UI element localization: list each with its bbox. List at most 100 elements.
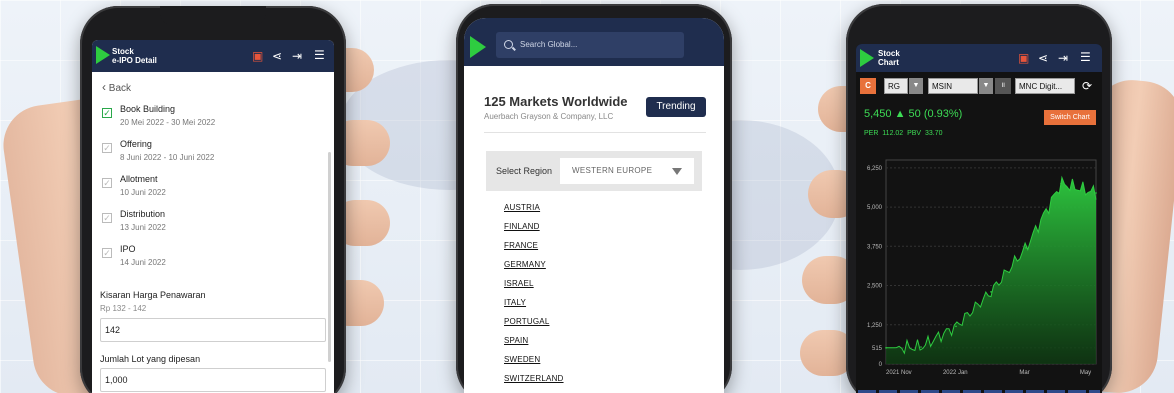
ticker-input[interactable]: MSIN [928, 78, 978, 94]
x-tick-label: 2021 Nov [886, 370, 912, 376]
ipo-step-date: 8 Juni 2022 - 10 Juni 2022 [120, 153, 215, 162]
x-tick-label: May [1080, 370, 1091, 376]
price-point [1025, 247, 1027, 249]
back-button[interactable]: ‹ Back [102, 80, 131, 94]
y-tick-label: 3,750 [867, 244, 883, 250]
ipo-step-date: 13 Juni 2022 [120, 223, 166, 232]
app-topbar: Stock e-IPO Detail ▣ ⋖ ⇥ ☰ [92, 40, 334, 72]
ipo-step-label: Allotment [120, 174, 158, 184]
country-link[interactable]: PORTUGAL [504, 317, 549, 326]
lot-label: Jumlah Lot yang dipesan [100, 354, 201, 364]
refresh-icon[interactable]: ⟳ [1082, 80, 1092, 92]
ipo-step-label: Offering [120, 139, 152, 149]
price-area [886, 177, 1096, 364]
phone-eipo-screen: Stock e-IPO Detail ▣ ⋖ ⇥ ☰ ‹ Back ✓ Book … [92, 40, 334, 393]
country-link[interactable]: ISRAEL [504, 279, 534, 288]
y-tick-label: 2,500 [867, 284, 883, 290]
checkbox-icon: ✓ [102, 143, 112, 153]
ipo-step: ✓ Distribution 13 Juni 2022 [102, 209, 302, 239]
ticker-dropdown-icon[interactable]: ▼ [979, 78, 993, 94]
scrollbar[interactable] [328, 152, 331, 362]
share-icon[interactable]: ⋖ [1038, 52, 1048, 64]
phone-chart: Stock Chart ▣ ⋖ ⇥ ☰ C RG ▼ MSIN ▼ ॥ MNC … [846, 4, 1112, 393]
ipo-step-date: 10 Juni 2022 [120, 188, 166, 197]
app-topbar: Search Global... [464, 18, 724, 66]
search-icon [504, 40, 513, 49]
switch-chart-button[interactable]: Switch Chart [1044, 110, 1096, 125]
search-input[interactable]: Search Global... [496, 32, 684, 58]
store-icon[interactable]: ▣ [252, 50, 263, 62]
price-point [1060, 182, 1062, 185]
price-point [920, 346, 922, 348]
logout-icon[interactable]: ⇥ [1058, 52, 1068, 64]
c-button[interactable]: C [860, 78, 876, 94]
phone-chart-screen: Stock Chart ▣ ⋖ ⇥ ☰ C RG ▼ MSIN ▼ ॥ MNC … [856, 44, 1102, 393]
country-link[interactable]: SPAIN [504, 336, 528, 345]
country-link[interactable]: FINLAND [504, 222, 540, 231]
price-range-value: Rp 132 - 142 [100, 304, 147, 313]
page-title: 125 Markets Worldwide [484, 94, 628, 109]
eipo-content: ‹ Back ✓ Book Building 20 Mei 2022 - 30 Me… [92, 72, 334, 393]
country-link[interactable]: AUSTRIA [504, 203, 540, 212]
price-point [1095, 192, 1097, 194]
price-chart-svg: 6,250 5,000 3,750 2,500 1,250 515 02021 Nov 202… [867, 159, 1097, 376]
price-change: 5,450 ▲ 50 (0.93%) [864, 108, 963, 120]
lot-input[interactable]: 1,000 [100, 368, 326, 392]
logout-icon[interactable]: ⇥ [292, 50, 302, 62]
price-point [885, 347, 887, 349]
country-link[interactable]: GERMANY [504, 260, 546, 269]
page-subtitle: Auerbach Grayson & Company, LLC [484, 112, 614, 121]
app-title: Stock e-IPO Detail [112, 47, 157, 65]
ipo-step: ✓ Book Building 20 Mei 2022 - 30 Mei 2022 [102, 104, 302, 134]
divider [484, 132, 706, 133]
board-dropdown-icon[interactable]: ▼ [909, 78, 923, 94]
ipo-step: ✓ IPO 14 Juni 2022 [102, 244, 302, 274]
price-point [955, 325, 957, 328]
trending-button[interactable]: Trending [646, 97, 706, 117]
menu-icon[interactable]: ☰ [1080, 51, 1091, 63]
menu-icon[interactable]: ☰ [314, 49, 325, 61]
phone-markets: Search Global... 125 Markets Worldwide A… [456, 4, 732, 393]
share-icon[interactable]: ⋖ [272, 50, 282, 62]
ipo-step-date: 20 Mei 2022 - 30 Mei 2022 [120, 118, 216, 127]
ipo-step-label: Book Building [120, 104, 176, 114]
x-tick-label: Mar [1019, 370, 1029, 376]
chevron-left-icon: ‹ [102, 80, 106, 94]
checkbox-icon: ✓ [102, 213, 112, 223]
price-chart[interactable]: 6,250 5,000 3,750 2,500 1,250 515 0 2021 Nov 202… [856, 150, 1102, 380]
store-icon[interactable]: ▣ [1018, 52, 1029, 64]
y-tick-label: 1,250 [867, 323, 883, 329]
valuation-ratios: PER 112.02 PBV 33.70 [864, 130, 943, 137]
app-title: Stock Chart [878, 49, 900, 67]
checkbox-icon: ✓ [102, 178, 112, 188]
app-logo-icon [860, 49, 874, 67]
x-tick-label: 2022 Jan [943, 370, 968, 376]
country-link[interactable]: FRANCE [504, 241, 538, 250]
y-tick-label: 515 [872, 346, 883, 352]
checkbox-icon: ✓ [102, 248, 112, 258]
y-tick-label: 0 [879, 362, 883, 368]
country-link[interactable]: SWEDEN [504, 355, 540, 364]
ipo-step: ✓ Allotment 10 Juni 2022 [102, 174, 302, 204]
phone-markets-screen: Search Global... 125 Markets Worldwide A… [464, 18, 724, 393]
price-input[interactable]: 142 [100, 318, 326, 342]
country-link[interactable]: ITALY [504, 298, 526, 307]
checkbox-icon: ✓ [102, 108, 112, 118]
ipo-step-date: 14 Juni 2022 [120, 258, 166, 267]
app-topbar: Stock Chart ▣ ⋖ ⇥ ☰ [856, 44, 1102, 72]
ipo-step: ✓ Offering 8 Juni 2022 - 10 Juni 2022 [102, 139, 302, 169]
ipo-step-label: IPO [120, 244, 136, 254]
dropdown-arrow-icon [672, 168, 682, 175]
price-range-label: Kisaran Harga Penawaran [100, 290, 206, 300]
y-tick-label: 5,000 [867, 205, 883, 211]
board-select[interactable]: RG [884, 78, 908, 94]
pause-icon[interactable]: ॥ [995, 78, 1011, 94]
app-logo-icon [470, 36, 486, 58]
phone-eipo: Stock e-IPO Detail ▣ ⋖ ⇥ ☰ ‹ Back ✓ Book … [80, 6, 346, 393]
company-name: MNC Digit... [1015, 78, 1075, 94]
region-dropdown[interactable]: WESTERN EUROPE [560, 158, 694, 184]
country-link[interactable]: SWITZERLAND [504, 374, 564, 383]
ipo-step-label: Distribution [120, 209, 166, 219]
phone-notch [160, 6, 266, 26]
price-point [990, 291, 992, 293]
